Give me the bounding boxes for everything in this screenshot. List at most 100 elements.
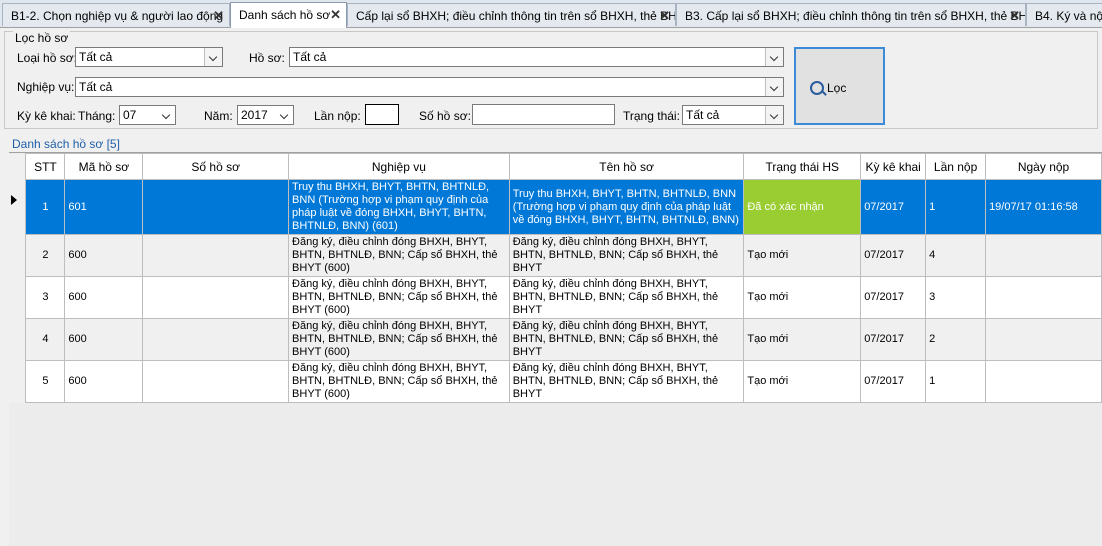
- search-icon: [810, 81, 824, 95]
- ho-so-select[interactable]: Tất cả: [289, 47, 784, 67]
- cell-nghiep-vu[interactable]: Truy thu BHXH, BHYT, BHTN, BHTNLĐ, BNN (…: [288, 179, 510, 235]
- cell-stt[interactable]: 4: [25, 318, 66, 361]
- records-table: STT Mã hồ sơ Số hồ sơ Nghiệp vụ Tên hồ s…: [9, 153, 1102, 403]
- cell-lan-nop[interactable]: 1: [925, 179, 987, 235]
- chevron-down-icon[interactable]: [158, 106, 175, 124]
- close-icon[interactable]: ✕: [1009, 8, 1020, 24]
- close-icon[interactable]: ✕: [659, 8, 670, 24]
- chevron-down-icon[interactable]: [276, 106, 293, 124]
- cell-ky-ke-khai[interactable]: 07/2017: [860, 318, 927, 361]
- cell-trang-thai[interactable]: Đã có xác nhận: [743, 179, 862, 235]
- table-row[interactable]: 3 600 Đăng ký, điều chỉnh đóng BHXH, BHY…: [9, 276, 1102, 319]
- cell-ngay-nop[interactable]: 19/07/17 01:16:58: [985, 179, 1102, 235]
- cell-so-ho-so[interactable]: [142, 179, 290, 235]
- cell-trang-thai[interactable]: Tạo mới: [743, 360, 862, 403]
- so-ho-so-input[interactable]: [472, 104, 615, 125]
- tab-label: Cấp lại sổ BHXH; điều chỉnh thông tin tr…: [356, 9, 676, 23]
- tab-cap-lai-so[interactable]: Cấp lại sổ BHXH; điều chỉnh thông tin tr…: [347, 3, 676, 26]
- cell-ngay-nop[interactable]: [985, 318, 1102, 361]
- table-row[interactable]: 1 601 Truy thu BHXH, BHYT, BHTN, BHTNLĐ,…: [9, 179, 1102, 235]
- cell-lan-nop[interactable]: 1: [925, 360, 987, 403]
- nghiep-vu-label: Nghiệp vụ:: [17, 80, 75, 94]
- nghiep-vu-select[interactable]: Tất cả: [75, 77, 784, 97]
- cell-ten-ho-so[interactable]: Đăng ký, điều chỉnh đóng BHXH, BHYT, BHT…: [508, 276, 745, 319]
- cell-ma-ho-so[interactable]: 600: [64, 234, 144, 277]
- select-value: 2017: [241, 108, 268, 122]
- nam-select[interactable]: 2017: [237, 105, 294, 125]
- table-row[interactable]: 2 600 Đăng ký, điều chỉnh đóng BHXH, BHY…: [9, 234, 1102, 277]
- cell-ky-ke-khai[interactable]: 07/2017: [860, 234, 927, 277]
- thang-select[interactable]: 07: [119, 105, 176, 125]
- cell-nghiep-vu[interactable]: Đăng ký, điều chỉnh đóng BHXH, BHYT, BHT…: [288, 360, 510, 403]
- cell-nghiep-vu[interactable]: Đăng ký, điều chỉnh đóng BHXH, BHYT, BHT…: [288, 318, 510, 361]
- cell-lan-nop[interactable]: 2: [925, 318, 987, 361]
- cell-nghiep-vu[interactable]: Đăng ký, điều chỉnh đóng BHXH, BHYT, BHT…: [288, 276, 510, 319]
- cell-lan-nop[interactable]: 4: [925, 234, 987, 277]
- tab-chon-nghiep-vu[interactable]: B1-2. Chọn nghiệp vụ & người lao động ✕: [2, 3, 230, 26]
- current-row-arrow-icon: [11, 194, 17, 205]
- chevron-down-icon[interactable]: [765, 106, 783, 124]
- table-row[interactable]: 4 600 Đăng ký, điều chỉnh đóng BHXH, BHY…: [9, 318, 1102, 361]
- cell-stt[interactable]: 2: [25, 234, 66, 277]
- cell-ten-ho-so[interactable]: Đăng ký, điều chỉnh đóng BHXH, BHYT, BHT…: [508, 360, 745, 403]
- lan-nop-input[interactable]: [365, 104, 399, 125]
- column-header-nghiep-vu[interactable]: Nghiệp vụ: [288, 153, 510, 180]
- trang-thai-select[interactable]: Tất cả: [682, 105, 784, 125]
- tab-label: Danh sách hồ sơ: [239, 8, 331, 22]
- cell-so-ho-so[interactable]: [142, 276, 290, 319]
- cell-ten-ho-so[interactable]: Đăng ký, điều chỉnh đóng BHXH, BHYT, BHT…: [508, 234, 745, 277]
- chevron-down-icon[interactable]: [204, 48, 222, 66]
- tab-b4-ky-va-nop[interactable]: B4. Ký và nộp: [1026, 3, 1102, 26]
- cell-ten-ho-so[interactable]: Đăng ký, điều chỉnh đóng BHXH, BHYT, BHT…: [508, 318, 745, 361]
- filter-button[interactable]: Lọc: [794, 47, 885, 125]
- cell-trang-thai[interactable]: Tạo mới: [743, 276, 862, 319]
- cell-trang-thai[interactable]: Tạo mới: [743, 318, 862, 361]
- cell-ma-ho-so[interactable]: 600: [64, 360, 144, 403]
- close-icon[interactable]: ✕: [330, 7, 341, 23]
- loai-ho-so-select[interactable]: Tất cả: [75, 47, 223, 67]
- cell-stt[interactable]: 1: [25, 179, 66, 235]
- tab-b3-cap-lai-so[interactable]: B3. Cấp lại sổ BHXH; điều chỉnh thông ti…: [676, 3, 1026, 26]
- tab-label: B3. Cấp lại sổ BHXH; điều chỉnh thông ti…: [685, 9, 1026, 23]
- cell-lan-nop[interactable]: 3: [925, 276, 987, 319]
- cell-trang-thai[interactable]: Tạo mới: [743, 234, 862, 277]
- cell-ten-ho-so[interactable]: Truy thu BHXH, BHYT, BHTN, BHTNLĐ, BNN (…: [508, 179, 745, 235]
- cell-so-ho-so[interactable]: [142, 360, 290, 403]
- cell-nghiep-vu[interactable]: Đăng ký, điều chỉnh đóng BHXH, BHYT, BHT…: [288, 234, 510, 277]
- so-ho-so-label: Số hồ sơ:: [419, 109, 471, 123]
- cell-ma-ho-so[interactable]: 600: [64, 276, 144, 319]
- column-header-ngay-nop[interactable]: Ngày nộp: [985, 153, 1102, 180]
- column-header-lan-nop[interactable]: Lần nộp: [925, 153, 987, 180]
- cell-ky-ke-khai[interactable]: 07/2017: [860, 360, 927, 403]
- column-header-trang-thai[interactable]: Trạng thái HS: [743, 153, 862, 180]
- table-row[interactable]: 5 600 Đăng ký, điều chỉnh đóng BHXH, BHY…: [9, 360, 1102, 403]
- chevron-down-icon[interactable]: [765, 78, 783, 96]
- cell-ma-ho-so[interactable]: 601: [64, 179, 144, 235]
- cell-ngay-nop[interactable]: [985, 360, 1102, 403]
- tab-danh-sach-ho-so[interactable]: Danh sách hồ sơ ✕: [230, 2, 347, 28]
- row-indicator: [9, 360, 26, 403]
- select-value: Tất cả: [79, 80, 113, 94]
- trang-thai-label: Trạng thái:: [623, 109, 680, 123]
- cell-ngay-nop[interactable]: [985, 234, 1102, 277]
- cell-ma-ho-so[interactable]: 600: [64, 318, 144, 361]
- select-value: Tất cả: [293, 50, 327, 64]
- row-indicator: [9, 276, 26, 319]
- cell-ngay-nop[interactable]: [985, 276, 1102, 319]
- column-header-ma-ho-so[interactable]: Mã hồ sơ: [64, 153, 144, 180]
- close-icon[interactable]: ✕: [213, 8, 224, 24]
- cell-ky-ke-khai[interactable]: 07/2017: [860, 179, 927, 235]
- row-indicator: [9, 318, 26, 361]
- column-header-ky-ke-khai[interactable]: Kỳ kê khai: [860, 153, 927, 180]
- select-value: 07: [123, 108, 137, 122]
- cell-stt[interactable]: 3: [25, 276, 66, 319]
- chevron-down-icon[interactable]: [765, 48, 783, 66]
- cell-ky-ke-khai[interactable]: 07/2017: [860, 276, 927, 319]
- column-header-ten-ho-so[interactable]: Tên hồ sơ: [508, 153, 745, 180]
- cell-so-ho-so[interactable]: [142, 318, 290, 361]
- ky-ke-khai-label: Kỳ kê khai:: [17, 109, 76, 123]
- column-header-so-ho-so[interactable]: Số hồ sơ: [142, 153, 290, 180]
- cell-so-ho-so[interactable]: [142, 234, 290, 277]
- column-header-stt[interactable]: STT: [25, 153, 66, 180]
- cell-stt[interactable]: 5: [25, 360, 66, 403]
